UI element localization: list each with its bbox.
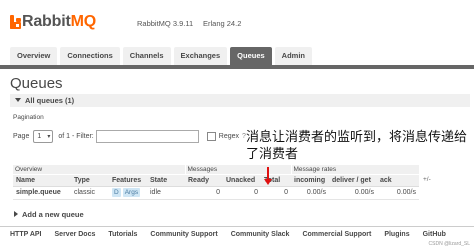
footer-link-plugins[interactable]: Plugins xyxy=(384,231,409,238)
footer-link-commercial-support[interactable]: Commercial Support xyxy=(302,231,371,238)
rabbitmq-version: RabbitMQ 3.9.11 xyxy=(137,19,194,28)
col-ready[interactable]: Ready xyxy=(185,173,223,187)
queue-ready: 0 xyxy=(185,186,223,200)
col-state[interactable]: State xyxy=(147,173,185,187)
annotation-arrowhead-icon xyxy=(264,179,272,185)
queue-incoming-rate: 0.00/s xyxy=(291,186,329,200)
footer-divider xyxy=(0,226,474,227)
group-messages: Messages xyxy=(184,165,291,175)
logo-text: RabbitMQ xyxy=(22,13,96,30)
page-select[interactable]: 1 ▾ xyxy=(33,129,54,143)
app-header: RabbitMQ RabbitMQ 3.9.11 Erlang 24.2 xyxy=(0,0,474,44)
tab-queues[interactable]: Queues xyxy=(230,47,272,65)
col-name[interactable]: Name xyxy=(13,173,71,187)
table-group-header: Overview Messages Message rates xyxy=(13,165,419,175)
footer-link-community-slack[interactable]: Community Slack xyxy=(231,231,290,238)
pagination-label: Pagination xyxy=(13,114,44,121)
col-unacked[interactable]: Unacked xyxy=(223,173,261,187)
group-message-rates: Message rates xyxy=(290,165,419,175)
col-incoming[interactable]: incoming xyxy=(291,173,329,187)
footer-link-tutorials[interactable]: Tutorials xyxy=(108,231,137,238)
of-filter-label: of 1 - Filter: xyxy=(58,132,94,140)
main-nav: Overview Connections Channels Exchanges … xyxy=(10,47,315,65)
filter-input[interactable] xyxy=(95,129,199,143)
feature-durable-badge: D xyxy=(112,188,121,197)
footer-link-server-docs[interactable]: Server Docs xyxy=(55,231,96,238)
all-queues-section-toggle[interactable]: All queues (1) xyxy=(10,94,470,107)
queue-features: D Args xyxy=(109,186,147,200)
add-queue-label: Add a new queue xyxy=(22,210,84,219)
queue-name-link[interactable]: simple.queue xyxy=(13,186,71,200)
table-row[interactable]: simple.queue classic D Args idle 0 0 0 0.… xyxy=(13,186,419,200)
col-ack[interactable]: ack xyxy=(377,173,419,187)
erlang-version: Erlang 24.2 xyxy=(203,19,242,28)
footer-links: HTTP API Server Docs Tutorials Community… xyxy=(10,231,459,238)
col-deliver-get[interactable]: deliver / get xyxy=(329,173,377,187)
feature-args-badge: Args xyxy=(122,188,141,197)
dropdown-arrow-icon: ▾ xyxy=(47,133,51,140)
rabbitmq-logo[interactable]: RabbitMQ xyxy=(10,13,96,30)
footer-link-github[interactable]: GitHub xyxy=(423,231,446,238)
queue-state: idle xyxy=(147,186,185,200)
page-label: Page xyxy=(13,132,30,140)
rabbit-logo-icon xyxy=(10,15,21,29)
page-title: Queues xyxy=(10,75,63,92)
tab-overview[interactable]: Overview xyxy=(10,47,58,65)
tab-exchanges[interactable]: Exchanges xyxy=(173,47,228,65)
tab-admin[interactable]: Admin xyxy=(274,47,313,65)
footer-link-http-api[interactable]: HTTP API xyxy=(10,231,42,238)
regex-label: Regex xyxy=(218,132,239,140)
watermark: CSDN @lizard_SL xyxy=(428,241,470,247)
nav-underline xyxy=(0,65,474,69)
queue-ack-rate: 0.00/s xyxy=(377,186,419,200)
tab-connections[interactable]: Connections xyxy=(60,47,120,65)
column-toggle-button[interactable]: +/- xyxy=(423,176,431,183)
expand-triangle-icon xyxy=(14,211,18,217)
collapse-triangle-icon xyxy=(15,98,21,102)
add-queue-toggle[interactable]: Add a new queue xyxy=(14,210,84,219)
annotation-text: 消息让消费者的监听到，将消息传递给了消费者 xyxy=(246,130,468,162)
col-features[interactable]: Features xyxy=(109,173,147,187)
footer-link-community-support[interactable]: Community Support xyxy=(150,231,217,238)
queue-unacked: 0 xyxy=(223,186,261,200)
pagination-controls: Page 1 ▾ of 1 - Filter: Regex ? xyxy=(13,129,246,143)
queue-deliver-get-rate: 0.00/s xyxy=(329,186,377,200)
section-title: All queues (1) xyxy=(25,96,75,105)
queue-type: classic xyxy=(71,186,109,200)
queue-total: 0 xyxy=(261,186,291,200)
table-header: Name Type Features State Ready Unacked T… xyxy=(13,173,419,187)
regex-checkbox[interactable] xyxy=(206,131,216,141)
queues-table: Overview Messages Message rates Name Typ… xyxy=(13,165,419,200)
group-overview: Overview xyxy=(13,165,185,175)
col-type[interactable]: Type xyxy=(71,173,109,187)
tab-channels[interactable]: Channels xyxy=(122,47,171,65)
